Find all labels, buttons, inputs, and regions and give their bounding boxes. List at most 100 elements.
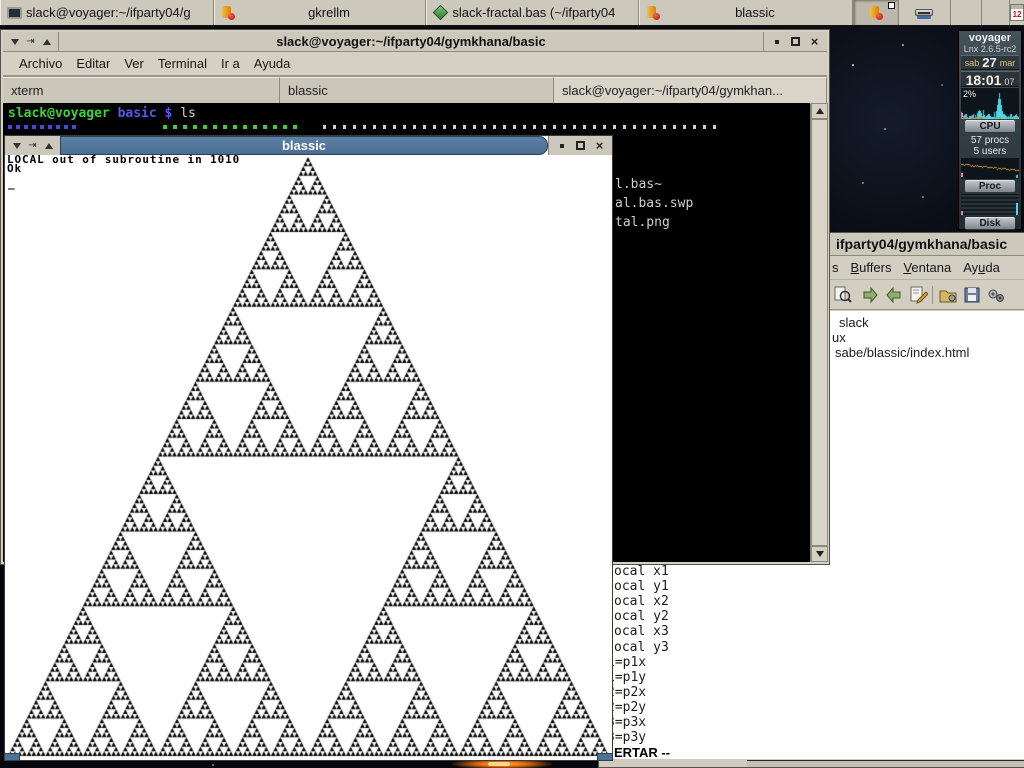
terminal-menubar: Archivo Editar Ver Terminal Ir a Ayuda — [3, 52, 827, 77]
maximize-button[interactable] — [789, 35, 802, 48]
gvim-code-fragment: ocal y3 — [614, 640, 669, 655]
star — [884, 128, 886, 130]
gvim-bottom-inset — [747, 760, 1024, 767]
nebula-glow-core — [488, 762, 510, 766]
gvim-text-fragment: sabe/blassic/index.html — [835, 345, 969, 360]
tray-printer-button[interactable] — [898, 0, 949, 25]
terminal-icon — [7, 7, 22, 19]
gvim-menu-ventana[interactable]: Ventana — [903, 260, 951, 275]
save-icon[interactable] — [961, 284, 983, 306]
blassic-icon — [646, 6, 660, 20]
prompt-dir: basic — [118, 106, 157, 121]
menu-archivo[interactable]: Archivo — [19, 56, 62, 71]
star — [862, 182, 864, 184]
proc-chart — [961, 158, 1019, 179]
minimize-button[interactable] — [555, 139, 568, 152]
terminal-scrollbar[interactable] — [810, 103, 827, 562]
gkrellm-monitor[interactable]: voyager Lnx 2.6.5-rc2 sab27mar 18:0107 2… — [958, 30, 1022, 230]
tab-blassic[interactable]: blassic — [280, 77, 554, 103]
terminal-window-controls: × — [763, 32, 827, 51]
prompt-user: slack@voyager — [8, 106, 110, 121]
shell-prompt: slack@voyager basic $ ls — [8, 106, 196, 121]
disk-activity-bar — [1016, 203, 1018, 215]
gkrellm-hostname: voyager — [959, 31, 1021, 44]
scroll-down-button[interactable] — [811, 546, 828, 562]
resize-handle-right[interactable] — [597, 753, 613, 761]
gvim-menu-ayuda[interactable]: Ayuda — [963, 260, 1000, 275]
gvim-status-line: ERTAR -- — [614, 745, 670, 760]
terminal-title: slack@voyager:~/ifparty04/gymkhana/basic — [59, 32, 763, 51]
disk-chart — [961, 194, 1019, 216]
tab-slack-voyager[interactable]: slack@voyager:~/ifparty04/gymkhan... — [554, 77, 827, 103]
prev-arrow-icon[interactable] — [883, 284, 905, 306]
open-folder-icon[interactable] — [937, 284, 959, 306]
gvim-code-fragment: ocal x1 — [614, 564, 669, 579]
terminal-tab-bar: xterm blassic slack@voyager:~/ifparty04/… — [3, 77, 827, 103]
menu-terminal[interactable]: Terminal — [158, 56, 207, 71]
prompt-command: ls — [180, 106, 196, 121]
menu-editar[interactable]: Editar — [76, 56, 110, 71]
cpu-button[interactable]: CPU — [965, 120, 1015, 133]
gears-icon[interactable] — [985, 284, 1007, 306]
taskbar-button-gkrellm[interactable]: gkrellm — [214, 0, 427, 25]
resize-handle-left[interactable] — [4, 753, 20, 761]
calendar-icon: 12 — [1010, 4, 1024, 21]
next-arrow-icon[interactable] — [859, 284, 881, 306]
gvim-menu-buffers[interactable]: Buffers — [851, 260, 892, 275]
unshade-button[interactable] — [40, 35, 53, 48]
tab-xterm[interactable]: xterm — [3, 77, 280, 103]
cpu-load-label: 2% — [963, 89, 976, 99]
gvim-code-fragment: ocal x3 — [614, 624, 669, 639]
shade-button[interactable] — [8, 35, 21, 48]
terminal-titlebar[interactable]: ⇥ slack@voyager:~/ifparty04/gymkhana/bas… — [3, 32, 827, 52]
tray-blassic-button[interactable] — [853, 0, 898, 25]
clipped-output-line — [323, 125, 723, 129]
menu-ayuda[interactable]: Ayuda — [254, 56, 291, 71]
taskbar-button-gvim[interactable]: slack-fractal.bas (~/ifparty04 — [426, 0, 639, 25]
toolbar-separator — [932, 286, 933, 304]
blassic-canvas-area[interactable]: LOCAL out of subroutine in 1010Ok _ — [5, 155, 612, 760]
maximize-button[interactable] — [574, 139, 587, 152]
scroll-up-button[interactable] — [811, 103, 828, 119]
ls-output-fragment: al.bas.swp — [615, 196, 693, 211]
vim-icon — [433, 5, 449, 21]
search-icon[interactable] — [832, 284, 854, 306]
scrollbar-thumb[interactable] — [811, 119, 828, 546]
gvim-menu-fragment[interactable]: s — [832, 260, 839, 275]
minimize-button[interactable] — [770, 35, 783, 48]
gvim-code-fragment: ocal x2 — [614, 594, 669, 609]
disk-button[interactable]: Disk — [965, 217, 1015, 230]
gkrellm-icon — [221, 6, 235, 20]
unshade-button[interactable] — [42, 139, 55, 152]
star — [922, 196, 924, 198]
blassic-window-controls: × — [548, 136, 612, 155]
ls-output-fragment: tal.png — [615, 215, 670, 230]
taskbar: slack@voyager:~/ifparty04/g gkrellm slac… — [0, 0, 1024, 27]
blassic-titlebar[interactable]: ⇥ blassic × — [5, 136, 612, 155]
gkrellm-date: sab27mar — [961, 55, 1019, 70]
sierpinski-fractal — [5, 155, 612, 760]
close-button[interactable]: × — [808, 35, 821, 48]
star — [852, 64, 854, 66]
star — [212, 764, 214, 766]
close-button[interactable]: × — [593, 139, 606, 152]
blassic-window: ⇥ blassic × LOCAL out of subroutine in 1… — [4, 135, 613, 761]
stick-button[interactable]: ⇥ — [26, 139, 39, 152]
ls-output-fragment: l.bas~ — [615, 177, 662, 192]
shade-button[interactable] — [10, 139, 23, 152]
menu-ver[interactable]: Ver — [124, 56, 144, 71]
gvim-text-fragment: slack — [839, 315, 869, 330]
cpu-chart: 2% — [961, 88, 1019, 119]
proc-button[interactable]: Proc — [965, 180, 1015, 193]
taskbar-clock[interactable]: 12 — [1009, 0, 1024, 25]
find-replace-icon[interactable] — [908, 284, 930, 306]
taskbar-button-terminal[interactable]: slack@voyager:~/ifparty04/g — [0, 0, 214, 25]
taskbar-button-blassic[interactable]: blassic — [639, 0, 853, 25]
terminal-window-menu-buttons: ⇥ — [3, 32, 59, 51]
gkrellm-procs: 57 procs5 users — [959, 134, 1021, 157]
krell — [961, 113, 963, 117]
gkrellm-kernel: Lnx 2.6.5-rc2 — [959, 44, 1021, 54]
gvim-bottom-border — [599, 759, 1024, 767]
menu-ir-a[interactable]: Ir a — [221, 56, 240, 71]
stick-button[interactable]: ⇥ — [24, 35, 37, 48]
